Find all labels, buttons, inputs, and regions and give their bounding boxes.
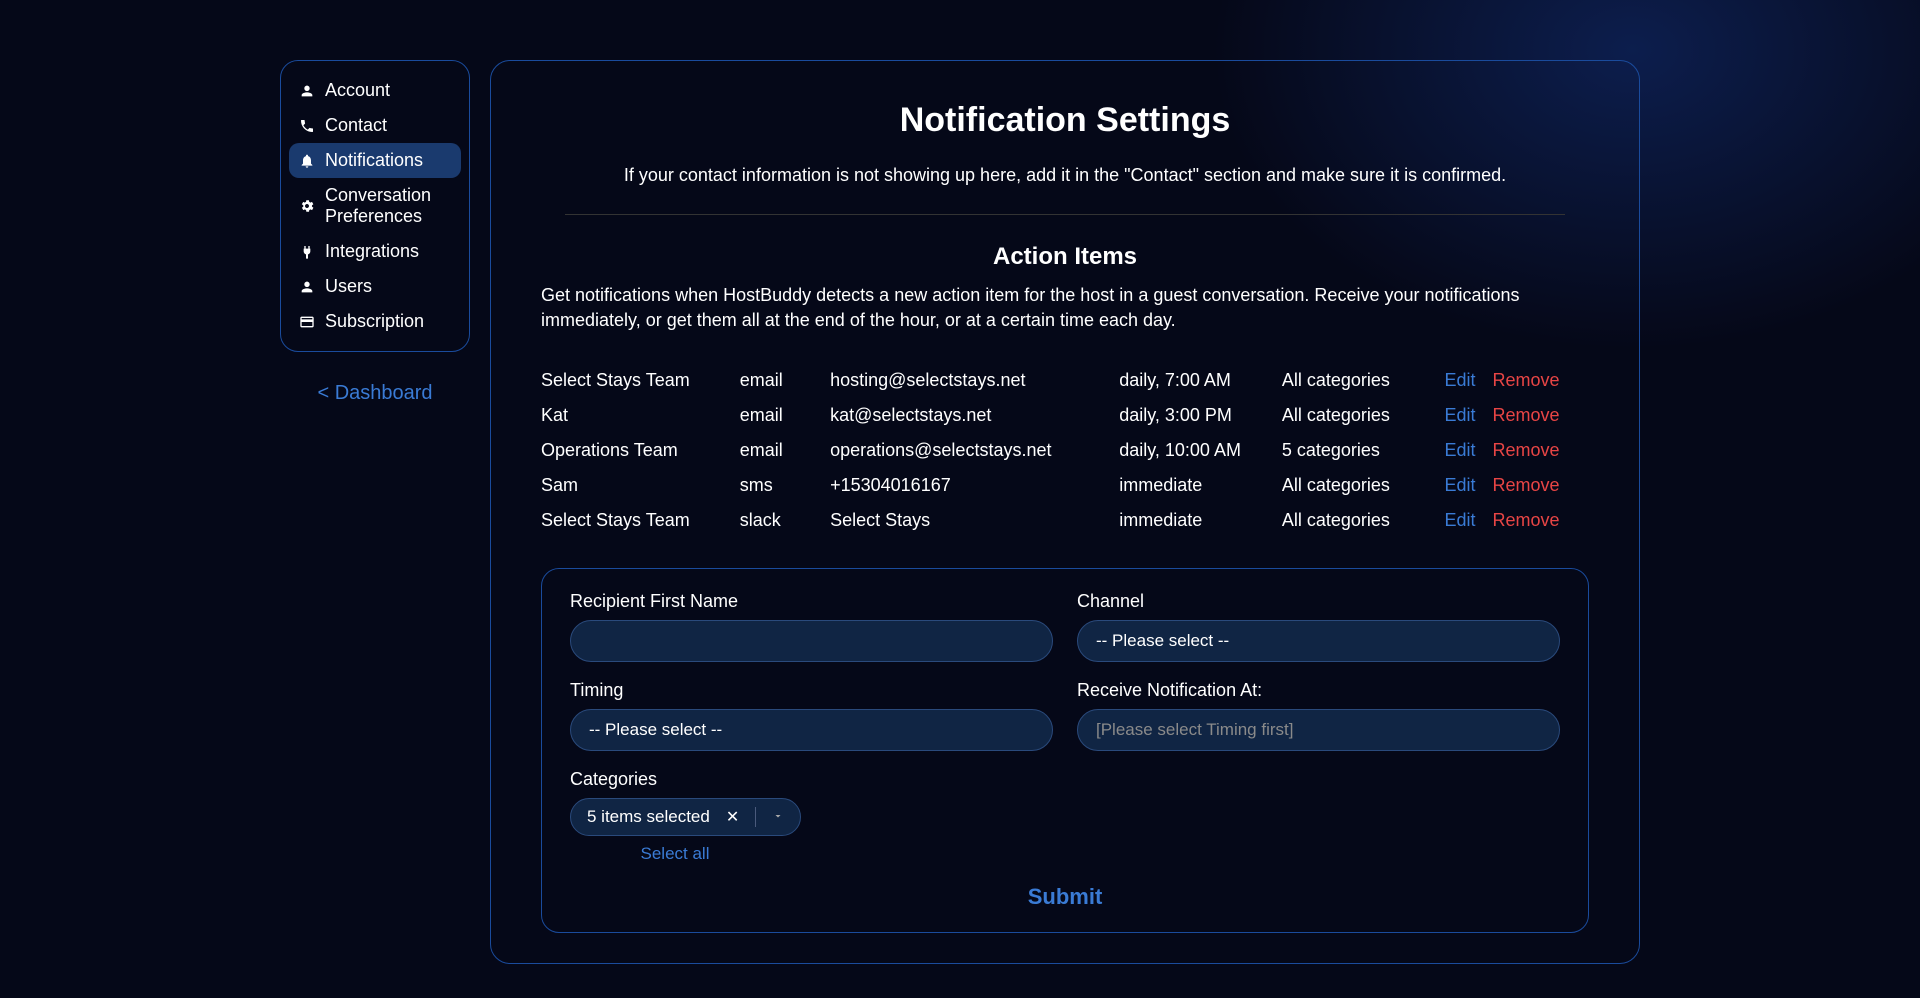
table-row: Kat email kat@selectstays.net daily, 3:0… (541, 398, 1589, 433)
gear-icon (299, 198, 315, 214)
section-description: Get notifications when HostBuddy detects… (541, 283, 1589, 333)
sidebar-item-label: Notifications (325, 150, 423, 171)
cell-name: Operations Team (541, 440, 740, 461)
back-to-dashboard-link[interactable]: < Dashboard (280, 382, 470, 405)
sidebar-item-label: Account (325, 80, 390, 101)
cell-categories: All categories (1282, 510, 1445, 531)
divider (565, 214, 1565, 215)
remove-link[interactable]: Remove (1492, 475, 1559, 495)
remove-link[interactable]: Remove (1492, 370, 1559, 390)
add-notification-form: Recipient First Name Channel -- Please s… (541, 568, 1589, 933)
cell-actions: Edit Remove (1444, 475, 1589, 496)
plug-icon (299, 244, 315, 260)
cell-actions: Edit Remove (1444, 370, 1589, 391)
edit-link[interactable]: Edit (1444, 440, 1475, 460)
table-row: Sam sms +15304016167 immediate All categ… (541, 468, 1589, 503)
divider (755, 807, 756, 827)
cell-categories: All categories (1282, 370, 1445, 391)
select-all-link[interactable]: Select all (570, 844, 780, 864)
remove-link[interactable]: Remove (1492, 405, 1559, 425)
table-row: Operations Team email operations@selects… (541, 433, 1589, 468)
categories-label: Categories (570, 769, 1560, 790)
channel-select-value: -- Please select -- (1096, 631, 1229, 650)
clear-icon[interactable]: ✕ (720, 807, 745, 827)
page-title: Notification Settings (541, 101, 1589, 140)
cell-channel: email (740, 370, 830, 391)
receive-at-input[interactable]: [Please select Timing first] (1077, 709, 1560, 751)
remove-link[interactable]: Remove (1492, 440, 1559, 460)
sidebar-item-contact[interactable]: Contact (289, 108, 461, 143)
edit-link[interactable]: Edit (1444, 475, 1475, 495)
cell-timing: daily, 3:00 PM (1119, 405, 1282, 426)
cell-actions: Edit Remove (1444, 510, 1589, 531)
timing-select[interactable]: -- Please select -- (570, 709, 1053, 751)
sidebar-item-users[interactable]: Users (289, 269, 461, 304)
categories-value: 5 items selected (587, 807, 710, 827)
sidebar-item-label: Conversation Preferences (325, 185, 451, 227)
sidebar-item-conversation-preferences[interactable]: Conversation Preferences (289, 178, 461, 234)
user-icon (299, 279, 315, 295)
remove-link[interactable]: Remove (1492, 510, 1559, 530)
page-subtitle: If your contact information is not showi… (541, 165, 1589, 186)
table-row: Select Stays Team email hosting@selectst… (541, 363, 1589, 398)
sidebar-item-label: Integrations (325, 241, 419, 262)
cell-timing: daily, 7:00 AM (1119, 370, 1282, 391)
channel-select[interactable]: -- Please select -- (1077, 620, 1560, 662)
cell-destination: hosting@selectstays.net (830, 370, 1119, 391)
cell-actions: Edit Remove (1444, 440, 1589, 461)
cell-channel: email (740, 440, 830, 461)
table-row: Select Stays Team slack Select Stays imm… (541, 503, 1589, 538)
cell-name: Select Stays Team (541, 510, 740, 531)
cell-channel: slack (740, 510, 830, 531)
channel-label: Channel (1077, 591, 1560, 612)
sidebar-item-label: Subscription (325, 311, 424, 332)
timing-select-value: -- Please select -- (589, 720, 722, 739)
cell-timing: immediate (1119, 475, 1282, 496)
sidebar-item-notifications[interactable]: Notifications (289, 143, 461, 178)
cell-timing: daily, 10:00 AM (1119, 440, 1282, 461)
cell-name: Sam (541, 475, 740, 496)
sidebar: Account Contact Notifications Conversati… (280, 60, 470, 964)
cell-name: Kat (541, 405, 740, 426)
card-icon (299, 314, 315, 330)
cell-destination: kat@selectstays.net (830, 405, 1119, 426)
cell-destination: operations@selectstays.net (830, 440, 1119, 461)
sidebar-item-integrations[interactable]: Integrations (289, 234, 461, 269)
phone-icon (299, 118, 315, 134)
cell-destination: Select Stays (830, 510, 1119, 531)
cell-name: Select Stays Team (541, 370, 740, 391)
timing-label: Timing (570, 680, 1053, 701)
sidebar-item-label: Contact (325, 115, 387, 136)
cell-timing: immediate (1119, 510, 1282, 531)
sidebar-menu: Account Contact Notifications Conversati… (280, 60, 470, 352)
sidebar-item-account[interactable]: Account (289, 73, 461, 108)
categories-multiselect[interactable]: 5 items selected ✕ (570, 798, 801, 836)
action-items-table: Select Stays Team email hosting@selectst… (541, 363, 1589, 538)
cell-categories: All categories (1282, 405, 1445, 426)
cell-categories: All categories (1282, 475, 1445, 496)
recipient-first-name-input[interactable] (570, 620, 1053, 662)
recipient-label: Recipient First Name (570, 591, 1053, 612)
sidebar-item-label: Users (325, 276, 372, 297)
bell-icon (299, 153, 315, 169)
chevron-down-icon[interactable] (766, 807, 790, 827)
sidebar-item-subscription[interactable]: Subscription (289, 304, 461, 339)
section-title: Action Items (541, 243, 1589, 271)
cell-actions: Edit Remove (1444, 405, 1589, 426)
user-icon (299, 83, 315, 99)
receive-at-value: [Please select Timing first] (1096, 720, 1293, 739)
edit-link[interactable]: Edit (1444, 405, 1475, 425)
cell-channel: sms (740, 475, 830, 496)
receive-at-label: Receive Notification At: (1077, 680, 1560, 701)
main-content: Notification Settings If your contact in… (490, 60, 1640, 964)
cell-channel: email (740, 405, 830, 426)
edit-link[interactable]: Edit (1444, 510, 1475, 530)
cell-categories: 5 categories (1282, 440, 1445, 461)
submit-button[interactable]: Submit (1028, 884, 1103, 910)
cell-destination: +15304016167 (830, 475, 1119, 496)
edit-link[interactable]: Edit (1444, 370, 1475, 390)
